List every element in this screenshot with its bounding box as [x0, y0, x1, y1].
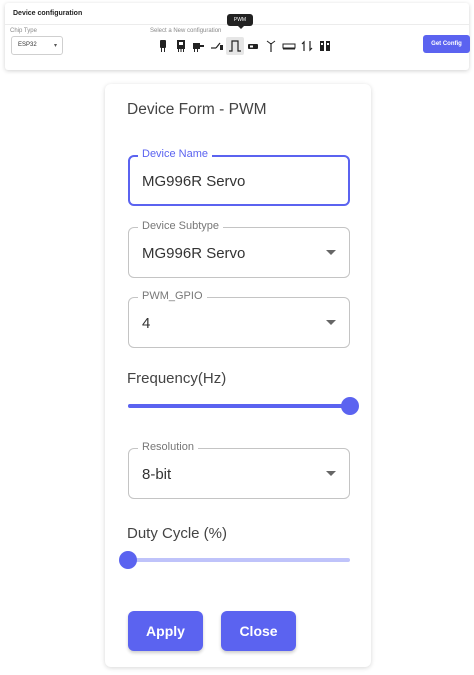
resolution-label: Resolution — [138, 441, 198, 453]
motor-icon[interactable] — [190, 37, 208, 55]
chip-type-label: Chip Type — [10, 28, 37, 34]
resolution-select[interactable]: Resolution 8-bit — [128, 441, 350, 499]
new-configuration-label: Select a New configuration — [150, 28, 222, 34]
display-icon[interactable] — [280, 37, 298, 55]
module-icon[interactable] — [172, 37, 190, 55]
form-title: Device Form - PWM — [127, 101, 267, 118]
device-form-card: Device Form - PWM Device Name MG996R Ser… — [105, 84, 371, 667]
resolution-value: 8-bit — [142, 466, 172, 483]
apply-button[interactable]: Apply — [128, 611, 203, 651]
device-subtype-value: MG996R Servo — [142, 245, 246, 262]
chevron-down-icon — [326, 471, 336, 476]
frequency-slider-thumb[interactable] — [341, 397, 359, 415]
sensor-icon[interactable] — [154, 37, 172, 55]
chip-type-select[interactable]: ESP32 ▾ — [11, 36, 63, 55]
frequency-slider[interactable] — [128, 396, 359, 416]
duty-cycle-slider-rail — [128, 558, 350, 562]
pwm-tooltip: PWM — [227, 14, 253, 29]
chevron-down-icon: ▾ — [53, 43, 57, 49]
frequency-slider-track — [128, 404, 350, 408]
duty-cycle-slider-thumb[interactable] — [119, 551, 137, 569]
duty-cycle-label: Duty Cycle (%) — [127, 525, 228, 542]
chip-type-value: ESP32 — [18, 42, 37, 48]
chevron-down-icon — [326, 250, 336, 255]
pwm-gpio-label: PWM_GPIO — [138, 290, 207, 302]
device-name-label: Device Name — [138, 148, 213, 160]
device-subtype-select[interactable]: Device Subtype MG996R Servo — [128, 220, 350, 278]
pwm-gpio-value: 4 — [142, 315, 151, 332]
battery-icon[interactable] — [316, 37, 334, 55]
device-name-value: MG996R Servo — [142, 173, 246, 190]
config-bar-title: Device configuration — [13, 10, 83, 17]
device-configuration-bar: Device configuration Chip Type ESP32 ▾ S… — [5, 3, 470, 70]
get-config-button[interactable]: Get Config — [423, 35, 470, 53]
frequency-label: Frequency(Hz) — [127, 370, 227, 387]
device-name-field[interactable]: Device Name MG996R Servo — [128, 148, 350, 206]
device-subtype-label: Device Subtype — [138, 220, 224, 232]
swap-icon[interactable] — [298, 37, 316, 55]
chevron-down-icon — [326, 320, 336, 325]
pwm-icon[interactable] — [226, 37, 244, 55]
servo-icon[interactable] — [244, 37, 262, 55]
switch-icon[interactable] — [208, 37, 226, 55]
duty-cycle-slider[interactable] — [119, 550, 350, 570]
antenna-icon[interactable] — [262, 37, 280, 55]
pwm-gpio-select[interactable]: PWM_GPIO 4 — [128, 290, 350, 348]
close-button[interactable]: Close — [221, 611, 296, 651]
